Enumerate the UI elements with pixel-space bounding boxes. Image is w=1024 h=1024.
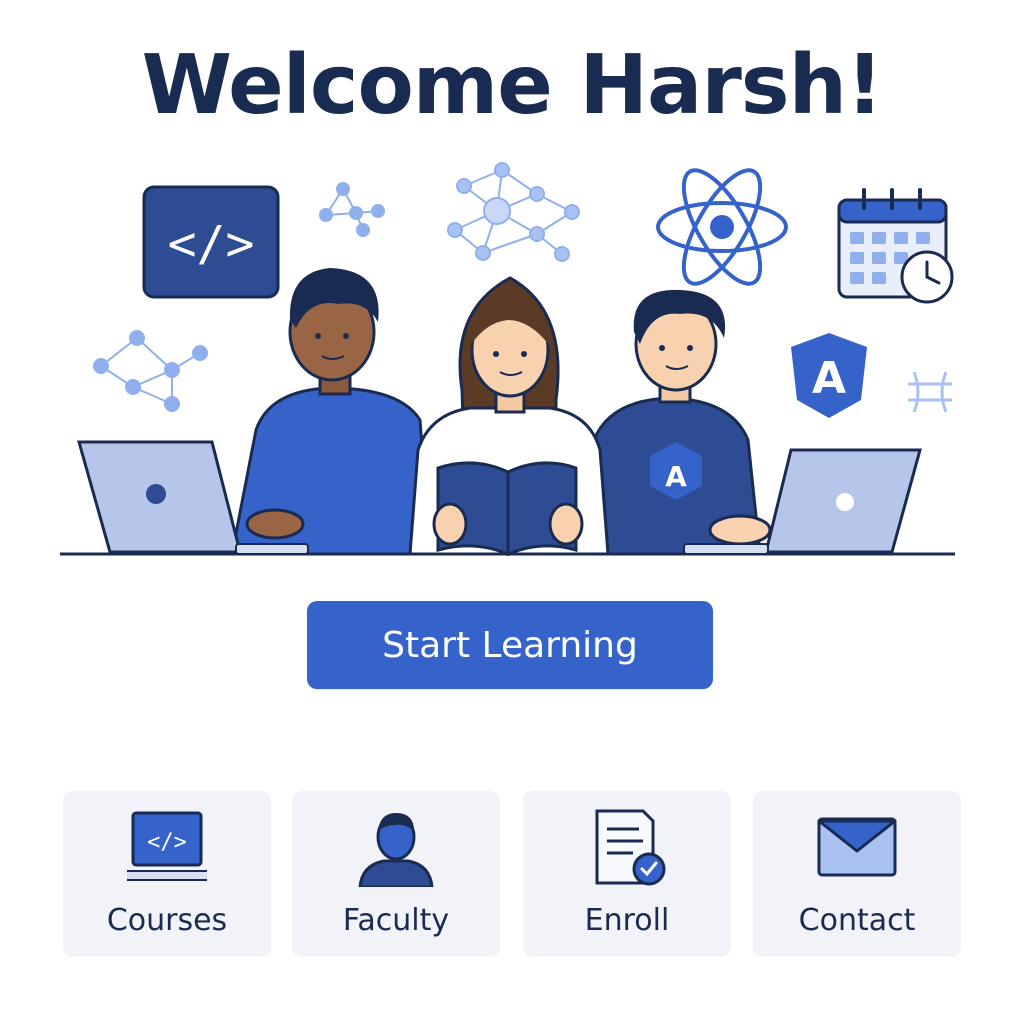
faculty-label: Faculty bbox=[342, 903, 450, 938]
angular-badge-label: A bbox=[812, 353, 846, 404]
person-icon bbox=[358, 813, 434, 887]
faculty-tile[interactable]: Faculty bbox=[292, 791, 500, 957]
nav-tiles: </> Courses Faculty Enroll Contact bbox=[0, 791, 1024, 959]
shirt-badge-label: A bbox=[665, 460, 687, 493]
decorative-glyph-icon bbox=[908, 371, 952, 413]
hero-illustration: </> A A bbox=[60, 162, 955, 557]
enroll-tile[interactable]: Enroll bbox=[523, 791, 731, 957]
document-check-icon bbox=[595, 809, 666, 886]
courses-icon-glyph: </> bbox=[147, 830, 187, 855]
contact-tile[interactable]: Contact bbox=[753, 791, 961, 957]
courses-tile[interactable]: </> Courses bbox=[63, 791, 271, 957]
student-center bbox=[408, 276, 610, 557]
courses-label: Courses bbox=[106, 903, 228, 938]
react-atom-icon bbox=[656, 168, 788, 286]
code-badge-label: </> bbox=[168, 216, 255, 272]
start-learning-button[interactable]: Start Learning bbox=[307, 601, 713, 689]
angular-shield-icon: A bbox=[791, 333, 867, 418]
contact-label: Contact bbox=[798, 903, 916, 938]
code-badge-icon: </> bbox=[142, 185, 280, 299]
code-laptop-icon: </> bbox=[127, 811, 207, 881]
page-title: Welcome Harsh! bbox=[141, 38, 884, 133]
student-right: A bbox=[588, 289, 772, 556]
network-graph-icon bbox=[447, 162, 580, 262]
network-icon bbox=[319, 182, 385, 237]
enroll-label: Enroll bbox=[584, 903, 670, 938]
calendar-icon bbox=[837, 188, 954, 304]
envelope-icon bbox=[817, 817, 897, 877]
student-left bbox=[230, 268, 432, 556]
network-left-icon bbox=[93, 330, 208, 412]
